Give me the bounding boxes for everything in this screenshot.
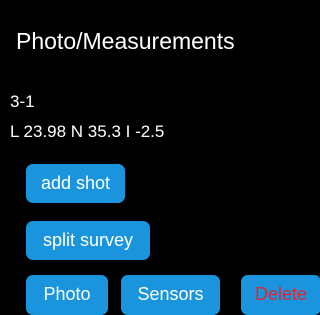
delete-button[interactable]: Delete xyxy=(241,275,320,315)
photo-button[interactable]: Photo xyxy=(26,275,108,315)
add-shot-button[interactable]: add shot xyxy=(26,164,125,203)
shot-data: L 23.98 N 35.3 I -2.5 xyxy=(10,122,165,141)
sensors-button[interactable]: Sensors xyxy=(121,275,220,315)
shot-name: 3-1 xyxy=(10,92,35,111)
split-survey-button[interactable]: split survey xyxy=(26,221,150,260)
dialog-title: Photo/Measurements xyxy=(16,28,235,54)
